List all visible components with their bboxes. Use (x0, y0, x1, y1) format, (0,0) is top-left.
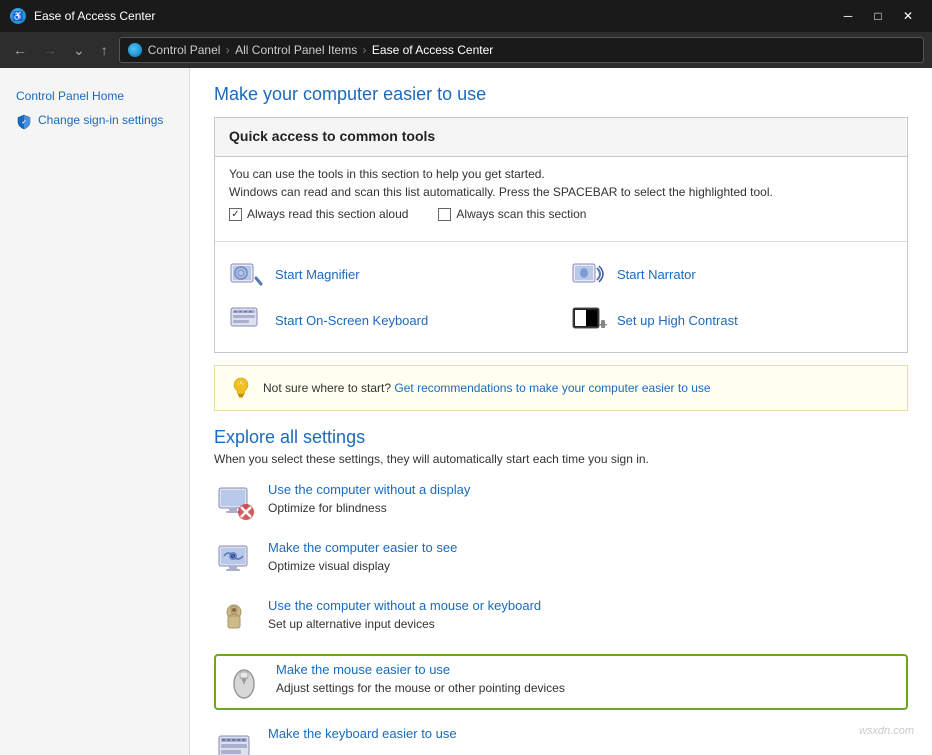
no-mouse-keyboard-icon (216, 598, 256, 638)
setting-keyboard-ease-text: Make the keyboard easier to use (268, 726, 906, 743)
tool-narrator-label: Start Narrator (617, 267, 696, 282)
recommendation-link[interactable]: Get recommendations to make your compute… (394, 381, 710, 395)
back-button[interactable]: ← (8, 40, 32, 60)
checkbox-scan-section-label: Always scan this section (456, 207, 586, 221)
checkbox-read-aloud-box[interactable] (229, 208, 242, 221)
checkbox-read-aloud-label: Always read this section aloud (247, 207, 408, 221)
globe-icon (128, 43, 142, 57)
explore-title: Explore all settings (214, 427, 908, 448)
setting-mouse-ease[interactable]: Make the mouse easier to use Adjust sett… (214, 654, 908, 710)
tool-narrator[interactable]: Start Narrator (571, 256, 893, 292)
tool-keyboard[interactable]: Start On-Screen Keyboard (229, 302, 551, 338)
setting-no-display: Use the computer without a display Optim… (214, 480, 908, 524)
address-bar: ← → ⌄ ↑ Control Panel › All Control Pane… (0, 32, 932, 68)
setting-no-display-link[interactable]: Use the computer without a display (268, 482, 906, 497)
sidebar-change-signin-label: Change sign-in settings (38, 113, 163, 127)
setting-keyboard-ease-link[interactable]: Make the keyboard easier to use (268, 726, 906, 741)
setting-mouse-ease-link[interactable]: Make the mouse easier to use (276, 662, 898, 677)
qa-desc-2: Windows can read and scan this list auto… (229, 185, 893, 199)
setting-no-mouse-desc: Set up alternative input devices (268, 617, 435, 631)
page-title: Make your computer easier to use (214, 84, 908, 105)
breadcrumb-item-1[interactable]: Control Panel (148, 43, 221, 57)
setting-no-mouse-keyboard: Use the computer without a mouse or keyb… (214, 596, 908, 640)
tool-contrast[interactable]: Set up High Contrast (571, 302, 893, 338)
checkbox-scan-section[interactable]: Always scan this section (438, 207, 586, 221)
explore-desc: When you select these settings, they wil… (214, 452, 908, 466)
recommendation-text: Not sure where to start? Get recommendat… (263, 381, 711, 395)
setting-no-display-text: Use the computer without a display Optim… (268, 482, 906, 517)
contrast-icon (571, 302, 607, 338)
minimize-button[interactable]: ─ (834, 5, 862, 27)
app-icon (10, 8, 26, 24)
lightbulb-icon (229, 376, 253, 400)
no-display-icon (216, 482, 256, 522)
breadcrumb-current: Ease of Access Center (372, 43, 493, 57)
setting-no-mouse-text: Use the computer without a mouse or keyb… (268, 598, 906, 633)
setting-mouse-ease-text: Make the mouse easier to use Adjust sett… (276, 662, 898, 697)
up-button[interactable]: ↑ (96, 40, 113, 60)
shield-icon: ✓ (16, 114, 32, 130)
setting-keyboard-ease: Make the keyboard easier to use (214, 724, 908, 755)
title-bar-title: Ease of Access Center (34, 9, 155, 23)
quick-access-box: Quick access to common tools You can use… (214, 117, 908, 353)
svg-text:✓: ✓ (21, 120, 26, 126)
qa-desc-1: You can use the tools in this section to… (229, 167, 893, 181)
visual-display-icon (216, 540, 256, 580)
narrator-icon (571, 256, 607, 292)
checkbox-scan-section-box[interactable] (438, 208, 451, 221)
recommendation-not-sure: Not sure where to start? (263, 381, 391, 395)
quick-access-body: You can use the tools in this section to… (215, 157, 907, 241)
sidebar-item-change-signin[interactable]: ✓ Change sign-in settings (0, 109, 189, 134)
tool-contrast-label: Set up High Contrast (617, 313, 738, 328)
setting-visual-desc: Optimize visual display (268, 559, 390, 573)
setting-no-mouse-link[interactable]: Use the computer without a mouse or keyb… (268, 598, 906, 613)
sidebar-item-control-panel-home[interactable]: Control Panel Home (0, 84, 189, 109)
window-controls: ─ □ ✕ (834, 5, 922, 27)
tool-keyboard-label: Start On-Screen Keyboard (275, 313, 428, 328)
address-input[interactable]: Control Panel › All Control Panel Items … (119, 37, 924, 63)
main-container: Control Panel Home ✓ Change sign-in sett… (0, 68, 932, 755)
forward-button[interactable]: → (38, 40, 62, 60)
tool-grid: Start Magnifier Start Narrator (215, 241, 907, 352)
sidebar: Control Panel Home ✓ Change sign-in sett… (0, 68, 190, 755)
setting-no-display-desc: Optimize for blindness (268, 501, 387, 515)
breadcrumb: Control Panel › All Control Panel Items … (148, 43, 494, 57)
close-button[interactable]: ✕ (894, 5, 922, 27)
maximize-button[interactable]: □ (864, 5, 892, 27)
quick-access-title: Quick access to common tools (229, 128, 435, 144)
quick-access-header: Quick access to common tools (215, 118, 907, 157)
setting-mouse-ease-desc: Adjust settings for the mouse or other p… (276, 681, 565, 695)
magnifier-icon (229, 256, 265, 292)
mouse-ease-icon (224, 662, 264, 702)
recent-button[interactable]: ⌄ (68, 40, 90, 61)
watermark: wsxdn.com (859, 725, 914, 737)
keyboard-icon (229, 302, 265, 338)
qa-checkboxes: Always read this section aloud Always sc… (229, 207, 893, 221)
breadcrumb-item-2[interactable]: All Control Panel Items (235, 43, 357, 57)
checkbox-read-aloud[interactable]: Always read this section aloud (229, 207, 408, 221)
title-bar: Ease of Access Center ─ □ ✕ (0, 0, 932, 32)
setting-visual-display: Make the computer easier to see Optimize… (214, 538, 908, 582)
tool-magnifier-label: Start Magnifier (275, 267, 360, 282)
tool-magnifier[interactable]: Start Magnifier (229, 256, 551, 292)
recommendation-box: Not sure where to start? Get recommendat… (214, 365, 908, 411)
keyboard-ease-icon (216, 726, 256, 755)
setting-visual-link[interactable]: Make the computer easier to see (268, 540, 906, 555)
content-area: Make your computer easier to use Quick a… (190, 68, 932, 755)
setting-visual-display-text: Make the computer easier to see Optimize… (268, 540, 906, 575)
